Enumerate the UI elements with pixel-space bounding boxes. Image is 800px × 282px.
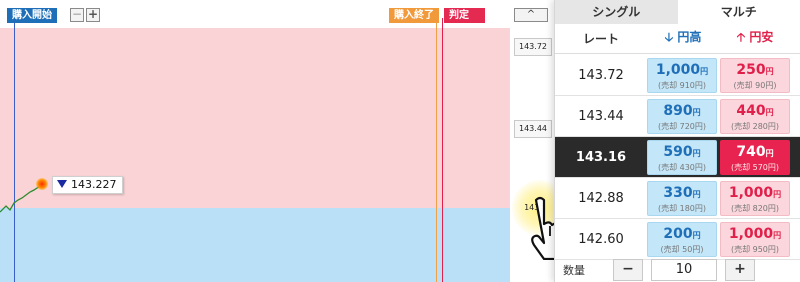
yen-unit: 円 [773,189,782,199]
zoom-out-button[interactable]: − [70,8,84,22]
yen-unit: 円 [765,107,774,117]
current-price-label: 143.227 [52,176,123,194]
buy-down-button[interactable]: 250円 (売却 90円) [720,57,790,93]
down-triangle-icon [57,180,67,188]
yen-unit: 円 [692,230,701,240]
yen-unit: 円 [765,66,774,76]
rate-value: 143.16 [575,149,627,165]
down-column-header: 🡡 円安 [719,28,791,49]
up-price: 590 [663,143,693,160]
quantity-input[interactable]: 10 [651,259,717,281]
trading-screen: 購入開始 購入終了 判定 − + 143.227 ^ 143.72 143.44… [0,0,800,282]
scale-label[interactable]: 143.44 [514,120,552,138]
down-price: 440 [736,102,766,119]
up-column-label: 円高 [677,30,702,44]
up-sell-price: (売却 720円) [657,121,707,131]
down-sell-price: (売却 950円) [730,244,780,254]
current-price-value: 143.227 [71,178,117,191]
quantity-increase-button[interactable]: + [725,259,755,281]
order-panel: シングル マルチ レート 🡣 円高 🡡 円安 143.72 1,000円 (売却 9… [554,0,800,282]
rate-value: 142.60 [578,231,624,247]
down-sell-price: (売却 280円) [730,121,780,131]
up-price: 1,000 [655,61,701,78]
up-column-header: 🡣 円高 [647,28,719,49]
up-sell-price: (売却 430円) [657,162,707,172]
end-tag: 購入終了 [389,8,439,23]
table-header: レート 🡣 円高 🡡 円安 [555,24,800,54]
current-price-dot [36,178,48,190]
arrow-down-icon: 🡣 [664,30,674,44]
buy-down-button[interactable]: 1,000円 (売却 820円) [720,180,790,216]
up-sell-price: (売却 910円) [657,80,707,90]
down-sell-price: (売却 90円) [733,80,777,90]
rate-column-header: レート [582,32,619,46]
mode-tabs: シングル マルチ [555,0,800,24]
up-price: 890 [663,102,693,119]
quantity-label: 数量 [563,264,585,277]
scale-up-button[interactable]: ^ [514,8,548,22]
buy-up-button[interactable]: 330円 (売却 180円) [647,180,717,216]
buy-up-button[interactable]: 1,000円 (売却 910円) [647,57,717,93]
price-chart: 購入開始 購入終了 判定 − + 143.227 [0,0,510,282]
quantity-decrease-button[interactable]: − [613,259,643,281]
end-line [436,18,437,282]
yen-unit: 円 [773,230,782,240]
down-price: 250 [736,61,766,78]
buy-up-button[interactable]: 200円 (売却 50円) [647,221,717,257]
buy-up-button[interactable]: 890円 (売却 720円) [647,98,717,134]
judge-tag: 判定 [444,8,485,23]
yen-unit: 円 [692,189,701,199]
rate-value: 143.44 [578,108,624,124]
down-price: 740 [736,143,766,160]
up-sell-price: (売却 50円) [660,244,704,254]
table-row: 143.16 590円 (売却 430円) 740円 (売却 570円) [555,137,800,178]
up-sell-price: (売却 180円) [657,203,707,213]
table-row: 142.88 330円 (売却 180円) 1,000円 (売却 820円) [555,178,800,219]
buy-down-button[interactable]: 740円 (売却 570円) [720,139,790,175]
yen-unit: 円 [765,148,774,158]
down-sell-price: (売却 570円) [730,162,780,172]
tab-single[interactable]: シングル [555,0,678,24]
table-row: 143.72 1,000円 (売却 910円) 250円 (売却 90円) [555,55,800,96]
table-row: 142.60 200円 (売却 50円) 1,000円 (売却 950円) [555,219,800,260]
up-price: 330 [663,184,693,201]
judge-line [442,18,443,282]
yen-unit: 円 [692,148,701,158]
buy-down-button[interactable]: 1,000円 (売却 950円) [720,221,790,257]
down-price: 1,000 [728,184,774,201]
low-zone [0,208,510,282]
scale-label[interactable]: 143.72 [514,38,552,56]
up-price: 200 [663,225,693,242]
tab-multi[interactable]: マルチ [677,0,800,24]
table-row: 143.44 890円 (売却 720円) 440円 (売却 280円) [555,96,800,137]
zoom-in-button[interactable]: + [86,8,100,22]
yen-unit: 円 [700,66,709,76]
buy-down-button[interactable]: 440円 (売却 280円) [720,98,790,134]
rate-value: 142.88 [578,190,624,206]
down-column-label: 円安 [749,30,774,44]
price-line [0,185,41,213]
yen-unit: 円 [692,107,701,117]
down-sell-price: (売却 820円) [730,203,780,213]
arrow-up-icon: 🡡 [736,30,746,44]
buy-up-button[interactable]: 590円 (売却 430円) [647,139,717,175]
down-price: 1,000 [728,225,774,242]
quantity-row: 数量 − 10 + [555,258,800,282]
rate-value: 143.72 [578,67,624,83]
